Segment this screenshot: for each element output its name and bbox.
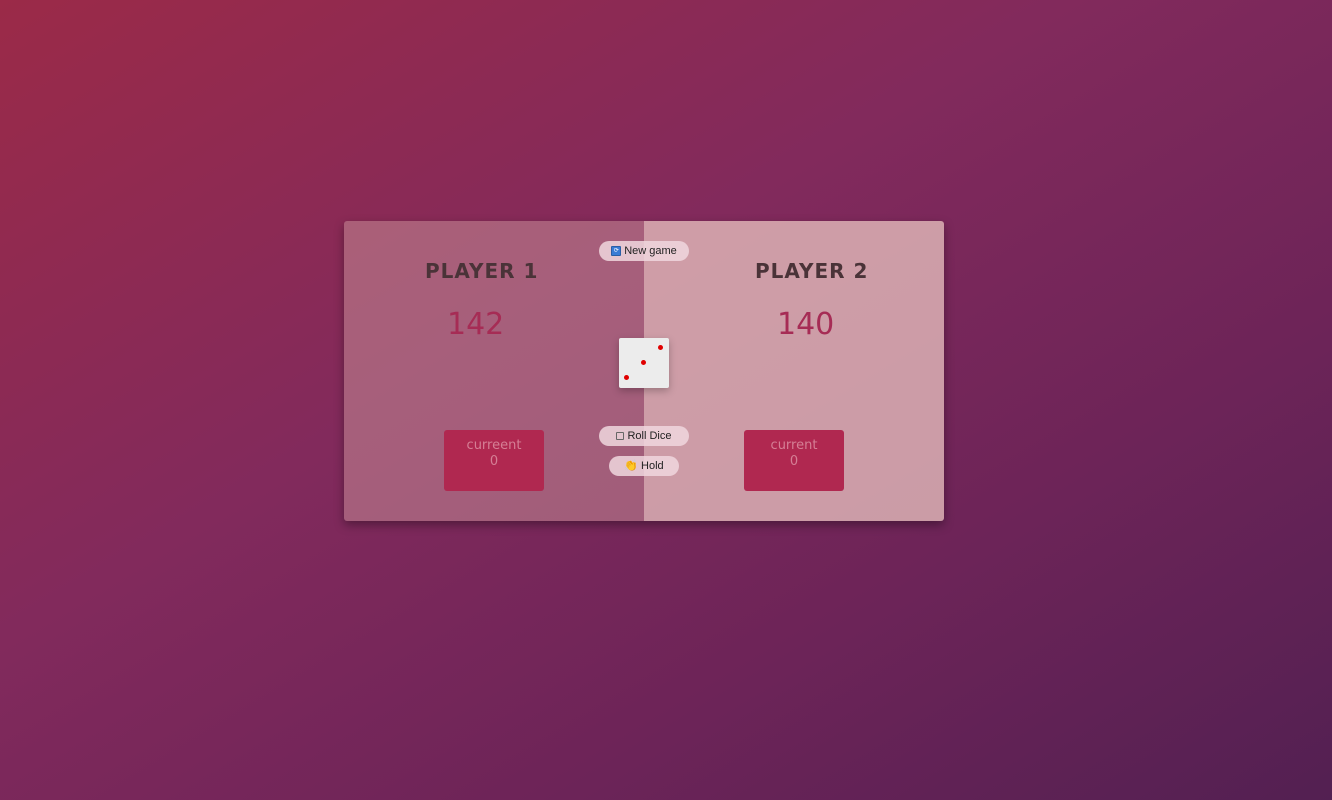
dice-pip	[624, 375, 629, 380]
new-game-label: New game	[624, 245, 677, 257]
roll-dice-button[interactable]: Roll Dice	[599, 426, 689, 446]
new-game-icon: ⟳	[611, 246, 622, 256]
game-board: PLAYER 1 142 curreent 0 PLAYER 2 140 cur…	[344, 221, 944, 521]
roll-dice-label: Roll Dice	[627, 430, 672, 442]
hold-button[interactable]: 👏 Hold	[609, 456, 679, 476]
dice-icon	[616, 432, 625, 440]
dice-pip	[641, 360, 646, 365]
player-1-current-score: 0	[489, 454, 499, 469]
player-2-name: PLAYER 2	[755, 259, 869, 283]
player-1-panel: PLAYER 1 142 curreent 0	[344, 221, 644, 521]
player-1-name: PLAYER 1	[425, 259, 539, 283]
player-2-current-score: 0	[789, 454, 799, 469]
player-2-panel: PLAYER 2 140 current 0	[644, 221, 944, 521]
dice-pip	[658, 345, 663, 350]
player-2-score: 140	[777, 307, 835, 342]
player-2-current-box: current 0	[744, 430, 844, 491]
new-game-button[interactable]: ⟳ New game	[599, 241, 689, 261]
player-1-score: 142	[447, 307, 505, 342]
hand-icon: 👏	[624, 459, 639, 472]
player-2-current-label: current	[770, 438, 818, 453]
dice	[619, 338, 669, 388]
hold-label: Hold	[641, 460, 664, 472]
player-1-current-box: curreent 0	[444, 430, 544, 491]
player-1-current-label: curreent	[466, 438, 522, 453]
